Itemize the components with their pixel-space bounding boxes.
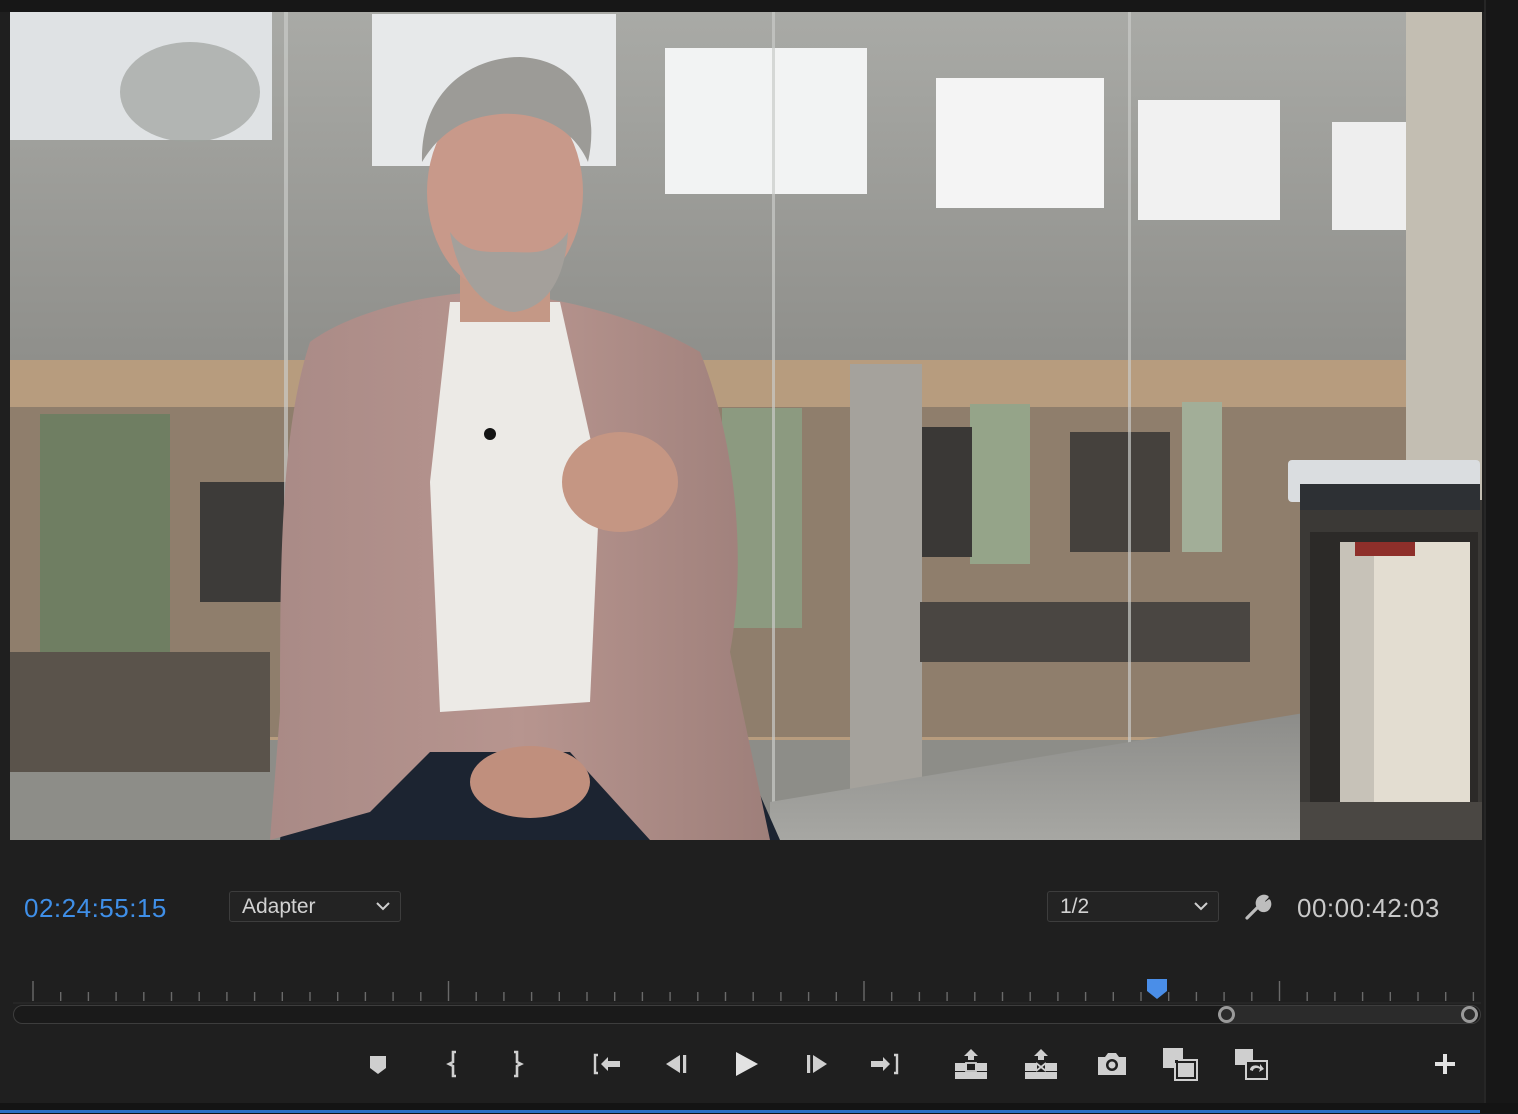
export-frame-camera-icon [1098,1053,1126,1075]
export-frame-button[interactable] [1094,1046,1130,1082]
playback-resolution-select[interactable]: 1/2 [1047,891,1219,922]
go-to-out-button[interactable] [867,1046,903,1082]
chevron-down-icon [376,902,390,911]
playback-resolution-value: 1/2 [1060,895,1090,918]
panel-divider [1484,0,1486,1114]
time-ruler[interactable] [0,970,1518,1004]
mark-in-icon [446,1050,456,1078]
mark-out-icon [514,1050,524,1078]
panel-focus-highlight [0,1110,1480,1113]
zoom-scroll-right-handle[interactable] [1461,1006,1478,1023]
go-to-in-icon [593,1053,620,1075]
video-frame-image [10,12,1482,840]
step-back-icon [666,1055,687,1073]
comparison-view-icon [1163,1048,1198,1081]
fit-zoom-select[interactable]: Adapter [229,891,401,922]
step-forward-button[interactable] [799,1046,835,1082]
mark-in-button[interactable] [435,1046,471,1082]
playhead-marker-icon[interactable] [1145,977,1169,1001]
lift-button[interactable] [953,1046,989,1082]
current-timecode[interactable]: 02:24:55:15 [24,893,167,923]
go-to-in-button[interactable] [589,1046,625,1082]
lift-icon [955,1049,987,1079]
duration-timecode: 00:00:42:03 [1297,893,1440,923]
toggle-proxies-button[interactable] [1233,1046,1269,1082]
toggle-proxies-icon [1235,1049,1268,1080]
panel-bottom-edge [0,1103,1518,1114]
zoom-scroll-bar[interactable] [13,1005,1481,1024]
mark-out-button[interactable] [499,1046,535,1082]
go-to-out-icon [871,1053,899,1075]
chevron-down-icon [1194,902,1208,911]
play-icon [736,1052,758,1076]
step-back-button[interactable] [658,1046,694,1082]
button-editor-button[interactable] [1427,1046,1463,1082]
extract-button[interactable] [1023,1046,1059,1082]
add-marker-button[interactable] [360,1046,396,1082]
button-editor-plus-icon [1435,1054,1455,1074]
zoom-scroll-left-handle[interactable] [1218,1006,1235,1023]
program-monitor-video[interactable] [10,12,1482,840]
play-button[interactable] [727,1046,763,1082]
step-forward-icon [807,1055,827,1073]
comparison-view-button[interactable] [1162,1046,1198,1082]
panel-top-edge [0,0,1518,12]
add-marker-icon [370,1056,386,1074]
settings-wrench-icon[interactable] [1243,893,1273,923]
zoom-scroll-range[interactable] [1227,1006,1471,1023]
extract-icon [1025,1049,1057,1079]
panel-right-edge [1484,0,1518,1114]
fit-zoom-value: Adapter [242,895,316,918]
